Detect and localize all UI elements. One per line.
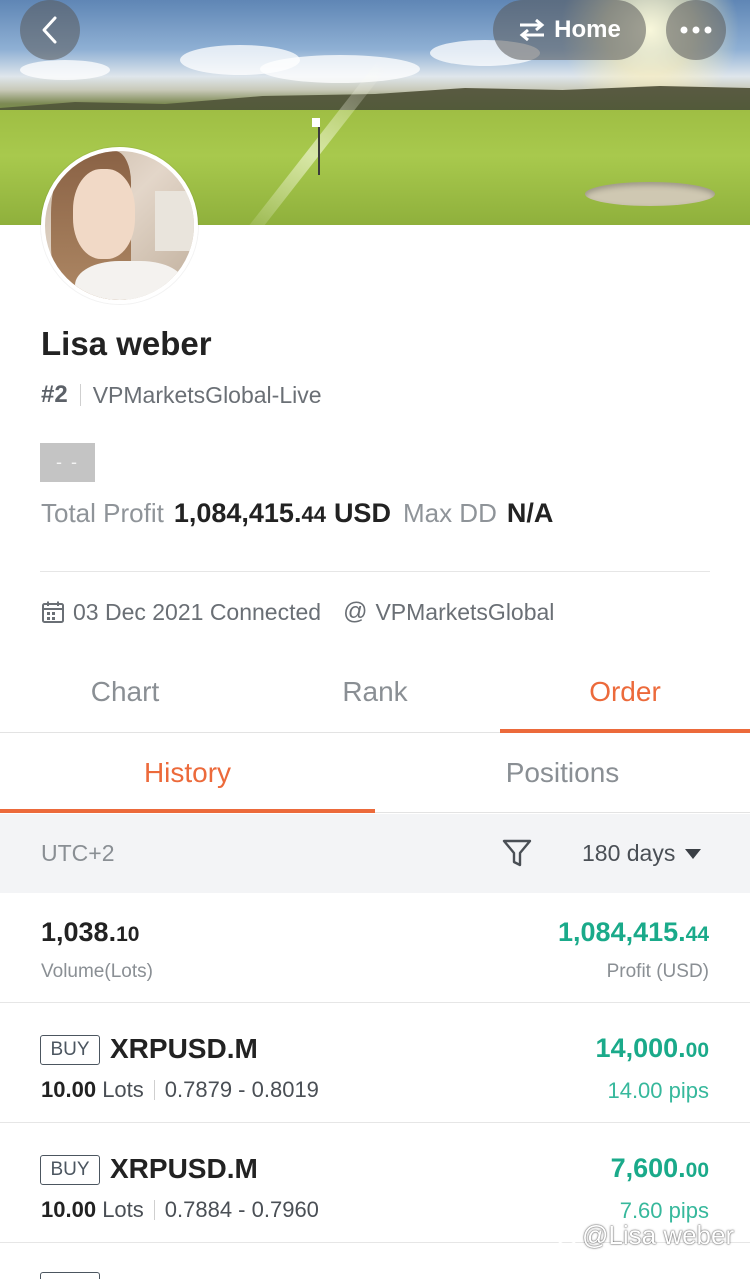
weibo-logo-icon (557, 1226, 578, 1246)
period-label: 180 days (582, 840, 676, 866)
total-profit-label: Total Profit (41, 498, 164, 528)
profile-name: Lisa weber (41, 325, 212, 362)
order-profit: 14,000.00 (595, 1033, 709, 1063)
max-dd-label: Max DD (402, 498, 497, 528)
lots-label: Lots (102, 1197, 144, 1222)
divider (40, 571, 710, 572)
more-dots-icon (680, 26, 712, 34)
profit-summary-line: Total Profit 1,084,415.44 USD Max DD N/A (41, 498, 553, 529)
order-detail: 10.00 Lots 0.7879 - 0.8019 (41, 1077, 319, 1103)
order-detail: 10.00 Lots 0.7884 - 0.7960 (41, 1197, 319, 1223)
tab-chart[interactable]: Chart (0, 652, 250, 732)
tab-order[interactable]: Order (500, 652, 750, 733)
timezone-label: UTC+2 (41, 840, 115, 866)
chevron-left-icon (42, 16, 57, 44)
period-dropdown[interactable]: 180 days (582, 840, 702, 867)
order-lots: 10.00 (41, 1197, 97, 1222)
filter-bar: UTC+2 180 days (0, 814, 750, 893)
divider (153, 1200, 155, 1220)
total-profit-value: 1,084,415.44 (173, 498, 326, 528)
at-icon: @ (343, 598, 368, 625)
history-summary: 1,038.10 Volume(Lots) 1,084,415.44 Profi… (0, 893, 750, 1003)
swap-arrows-icon (519, 19, 545, 41)
side-badge-partial (40, 1272, 100, 1279)
connected-date: 03 Dec 2021 Connected (73, 598, 322, 625)
side-badge: BUY (40, 1155, 100, 1185)
lots-label: Lots (102, 1077, 144, 1102)
max-dd-value: N/A (506, 498, 554, 528)
main-tabs: Chart Rank Order (0, 652, 750, 733)
account-meta: 03 Dec 2021 Connected @ VPMarketsGlobal (41, 598, 554, 626)
home-button-label: Home (554, 16, 621, 43)
side-badge: BUY (40, 1035, 100, 1065)
watermark-text: @Lisa weber (582, 1220, 735, 1250)
list-item[interactable]: BUY XRPUSD.M 10.00 Lots 0.7879 - 0.8019 … (0, 1003, 750, 1123)
divider (153, 1080, 155, 1100)
order-symbol: XRPUSD.M (110, 1153, 258, 1184)
volume-value: 1,038.10 (41, 917, 140, 947)
strategy-tag: - - (40, 443, 95, 482)
profit-label: Profit (USD) (606, 961, 709, 982)
watermark: @Lisa weber (556, 1220, 734, 1251)
divider (79, 384, 81, 406)
tab-positions[interactable]: Positions (375, 733, 750, 812)
avatar[interactable] (41, 147, 198, 304)
profit-value: 1,084,415.44 (558, 917, 709, 947)
order-symbol: XRPUSD.M (110, 1033, 258, 1064)
tab-rank[interactable]: Rank (250, 652, 500, 732)
broker-name[interactable]: VPMarketsGlobal (375, 599, 554, 626)
total-profit-unit: USD (333, 498, 391, 528)
server-name: VPMarketsGlobal-Live (92, 381, 322, 408)
rank-server-line: #2 VPMarketsGlobal-Live (41, 381, 322, 409)
price-range: 0.7879 - 0.8019 (164, 1077, 319, 1102)
price-range: 0.7884 - 0.7960 (164, 1197, 319, 1222)
order-profit: 7,600.00 (610, 1153, 709, 1183)
volume-label: Volume(Lots) (41, 961, 153, 982)
order-subtabs: History Positions (0, 733, 750, 813)
home-button[interactable]: Home (493, 0, 646, 60)
order-pips: 14.00 pips (607, 1078, 709, 1103)
tab-history[interactable]: History (0, 733, 375, 813)
caret-down-icon (685, 848, 702, 859)
more-options-button[interactable] (666, 0, 726, 60)
order-lots: 10.00 (41, 1077, 97, 1102)
filter-icon[interactable] (502, 838, 532, 868)
rank-number: #2 (41, 381, 68, 408)
back-button[interactable] (20, 0, 80, 60)
calendar-icon (42, 601, 64, 623)
